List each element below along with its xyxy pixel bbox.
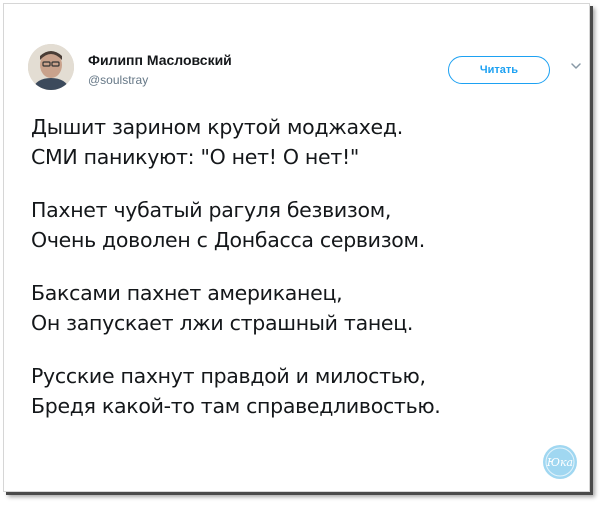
user-avatar-photo <box>28 44 74 90</box>
watermark-text: Юка <box>546 456 573 469</box>
stanza: Баксами пахнет американец, Он запускает … <box>31 278 571 338</box>
stanza: Русские пахнут правдой и милостью, Бредя… <box>31 361 571 421</box>
stanza: Дышит зарином крутой моджахед. СМИ паник… <box>31 112 571 172</box>
author-handle[interactable]: @soulstray <box>88 73 148 87</box>
poem-line: Русские пахнут правдой и милостью, <box>31 364 426 388</box>
author-avatar[interactable] <box>28 44 74 90</box>
chevron-down-icon[interactable] <box>570 61 582 71</box>
poem-line: Бредя какой-то там справедливостью. <box>31 394 441 418</box>
poem-line: Пахнет чубатый рагуля безвизом, <box>31 198 392 222</box>
author-name[interactable]: Филипп Масловский <box>88 52 232 68</box>
poem-line: Очень доволен с Донбасса сервизом. <box>31 228 425 252</box>
poem-line: Дышит зарином крутой моджахед. <box>31 115 403 139</box>
yuka-logo: Юка <box>543 445 577 479</box>
follow-button[interactable]: Читать <box>448 56 550 84</box>
tweet-text: Дышит зарином крутой моджахед. СМИ паник… <box>31 112 571 444</box>
stanza: Пахнет чубатый рагуля безвизом, Очень до… <box>31 195 571 255</box>
poem-line: Баксами пахнет американец, <box>31 281 343 305</box>
poem-line: СМИ паникуют: "О нет! О нет!" <box>31 145 360 169</box>
tweet-card: Филипп Масловский @soulstray Читать Дыши… <box>3 3 590 492</box>
poem-line: Он запускает лжи страшный танец. <box>31 311 414 335</box>
